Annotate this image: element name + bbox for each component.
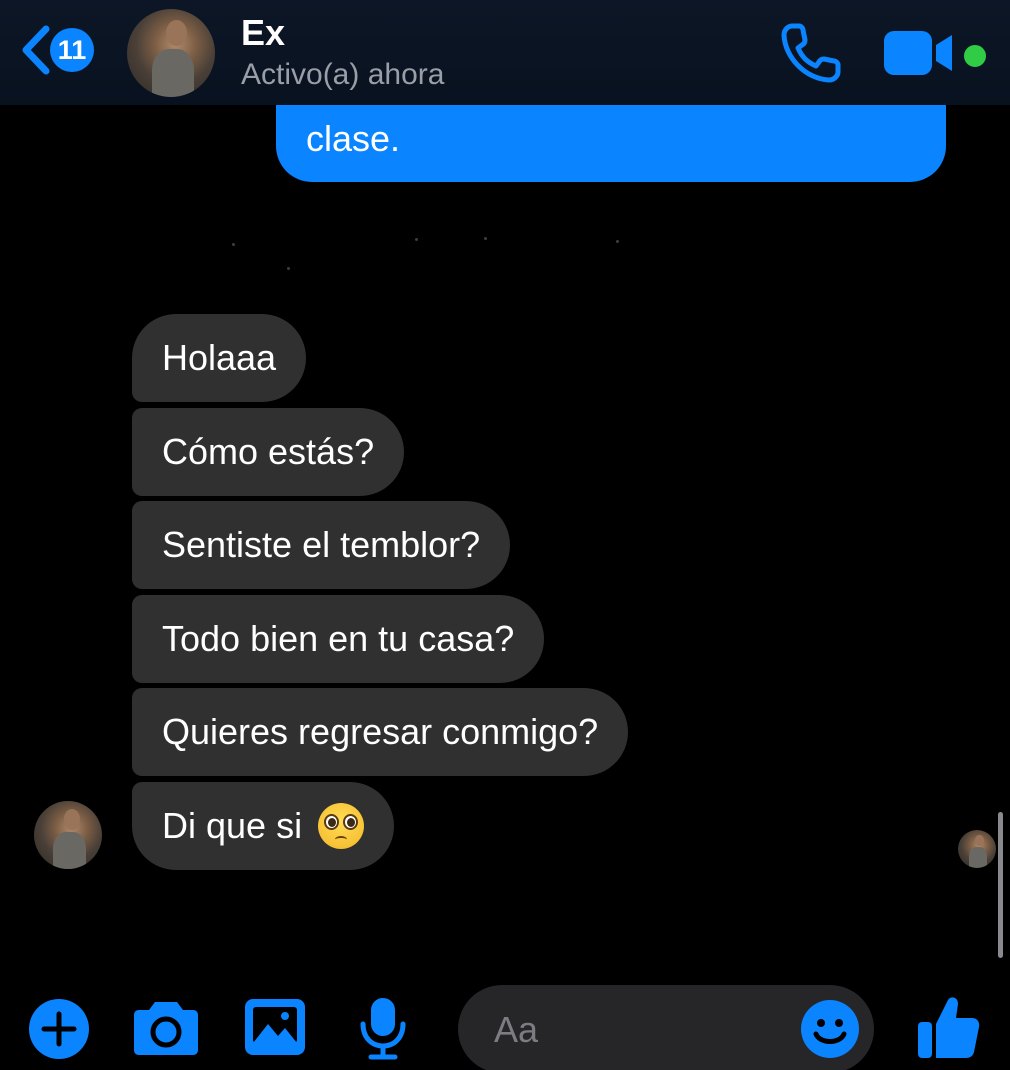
video-camera-icon[interactable] xyxy=(882,27,962,79)
photo-icon[interactable] xyxy=(244,998,306,1056)
phone-icon[interactable] xyxy=(778,20,844,86)
camera-icon[interactable] xyxy=(133,998,199,1056)
thumbs-up-icon[interactable] xyxy=(916,994,980,1060)
back-chevron-icon xyxy=(22,25,50,75)
contact-avatar[interactable] xyxy=(127,9,215,97)
sender-avatar[interactable] xyxy=(34,801,102,869)
messenger-conversation: 11 Ex Activo(a) ahora clase. Holaaa Cómo… xyxy=(0,0,1010,1070)
seen-receipt-avatar xyxy=(958,830,996,868)
message-input-placeholder: Aa xyxy=(494,1009,539,1050)
received-message-bubble[interactable]: Di que si xyxy=(132,782,395,870)
emoji-icon[interactable] xyxy=(800,999,860,1059)
received-message-bubble[interactable]: Quieres regresar conmigo? xyxy=(132,688,629,776)
sent-message-text: clase. xyxy=(306,118,401,159)
received-message-text: Di que si xyxy=(162,805,303,846)
received-message-bubble[interactable]: Todo bien en tu casa? xyxy=(132,595,545,683)
received-message-bubble[interactable]: Holaaa xyxy=(132,314,307,402)
online-indicator xyxy=(961,42,989,70)
back-button[interactable]: 11 xyxy=(18,22,94,78)
unread-count-badge: 11 xyxy=(50,28,94,72)
contact-name[interactable]: Ex xyxy=(241,12,285,54)
received-message-bubble[interactable]: Sentiste el temblor? xyxy=(132,501,511,589)
plus-icon[interactable] xyxy=(28,998,90,1060)
conversation-header: 11 Ex Activo(a) ahora xyxy=(0,0,1010,105)
pleading-face-emoji-icon xyxy=(318,803,365,849)
scrollbar[interactable] xyxy=(998,812,1003,958)
received-message-text: Todo bien en tu casa? xyxy=(162,618,515,659)
received-message-text: Quieres regresar conmigo? xyxy=(162,711,599,752)
received-message-text: Cómo estás? xyxy=(162,431,375,472)
contact-status: Activo(a) ahora xyxy=(241,58,445,91)
microphone-icon[interactable] xyxy=(359,996,407,1060)
received-message-text: Sentiste el temblor? xyxy=(162,524,481,565)
received-message-text: Holaaa xyxy=(162,337,277,378)
received-message-bubble[interactable]: Cómo estás? xyxy=(132,408,405,496)
message-input[interactable]: Aa xyxy=(458,985,874,1070)
